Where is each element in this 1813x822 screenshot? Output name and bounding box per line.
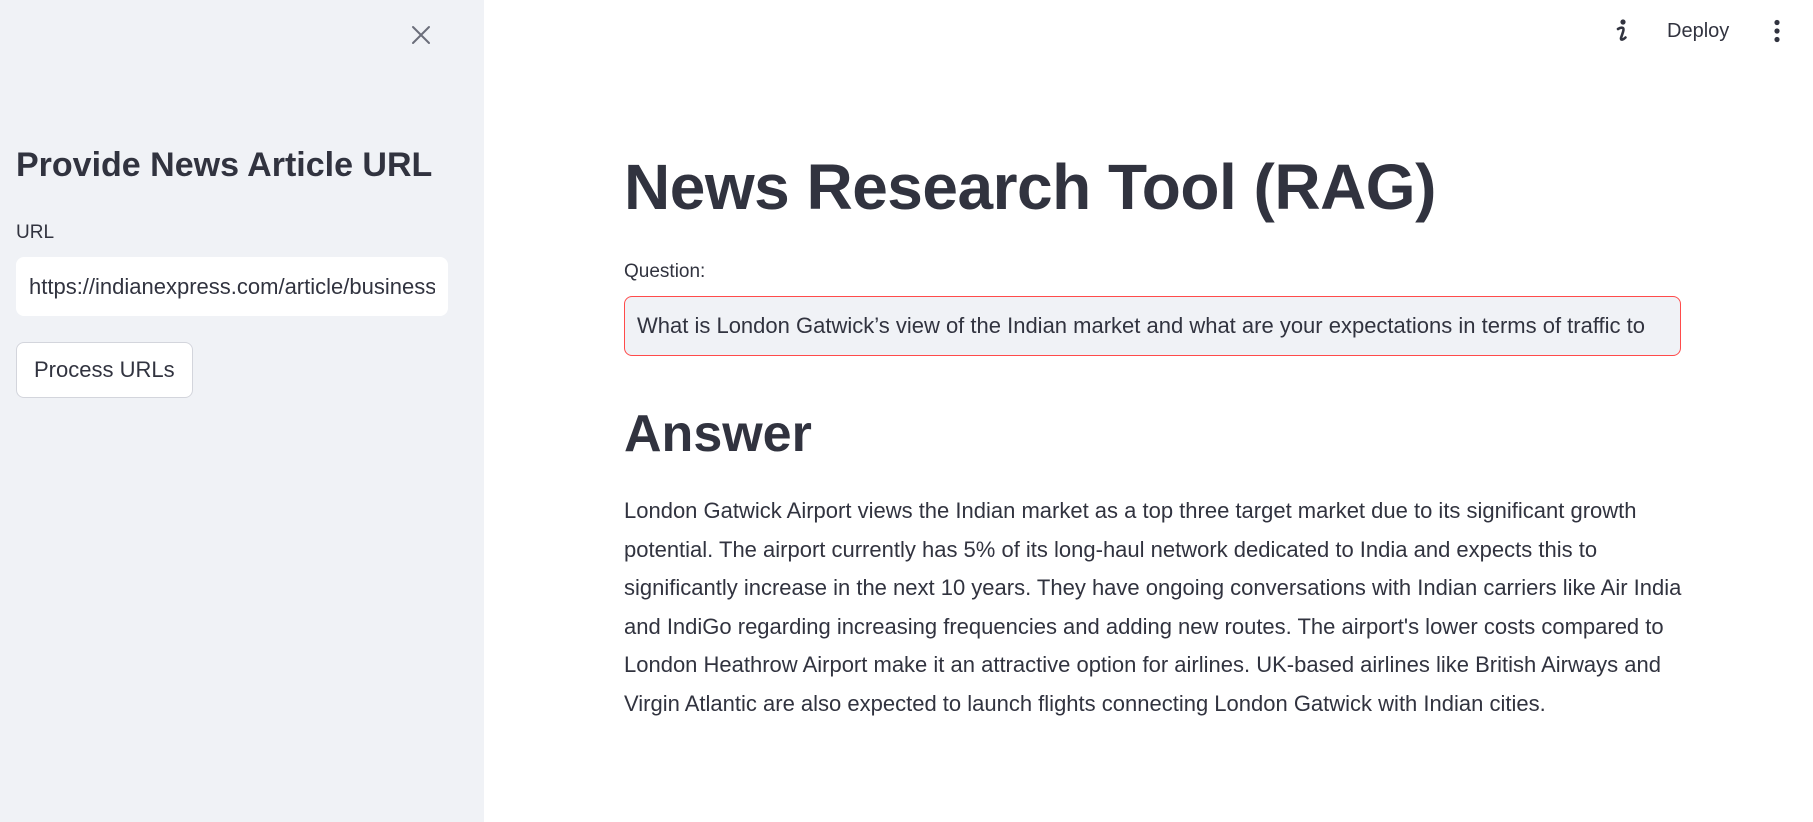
question-input[interactable] — [624, 296, 1681, 356]
answer-heading: Answer — [624, 405, 812, 463]
sidebar-header: Provide News Article URL — [16, 146, 433, 184]
close-sidebar-button[interactable] — [404, 18, 438, 52]
deploy-button[interactable]: Deploy — [1655, 12, 1741, 50]
info-icon[interactable] — [1605, 14, 1639, 48]
sidebar: Provide News Article URL URL Process URL… — [0, 0, 484, 822]
process-urls-button[interactable]: Process URLs — [16, 342, 193, 398]
url-label: URL — [16, 222, 55, 243]
vertical-ellipsis-icon[interactable] — [1760, 14, 1794, 48]
question-label: Question: — [624, 261, 706, 282]
app-root: Provide News Article URL URL Process URL… — [0, 0, 1813, 822]
page-title: News Research Tool (RAG) — [624, 151, 1436, 223]
close-icon — [412, 26, 430, 44]
answer-text: London Gatwick Airport views the Indian … — [624, 498, 1682, 716]
url-input[interactable] — [16, 257, 448, 316]
